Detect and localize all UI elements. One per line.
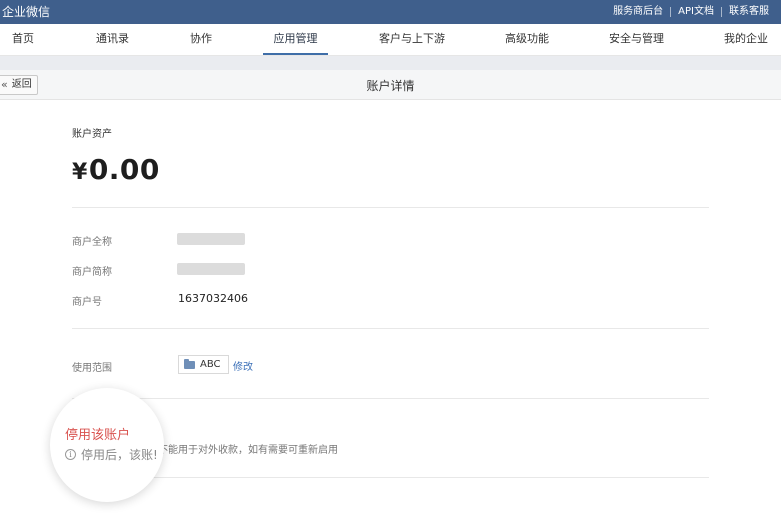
divider (72, 477, 709, 478)
balance-value: 0.00 (88, 153, 160, 186)
divider (72, 207, 709, 208)
main-nav: 首页 通讯录 协作 应用管理 客户与上下游 高级功能 安全与管理 我的企业 (0, 24, 781, 56)
zoom-magnifier: 停用该账户 i 停用后，该账! (50, 388, 164, 502)
brand-name: 企业微信 (2, 5, 51, 19)
nav-app-management[interactable]: 应用管理 (263, 24, 328, 55)
currency-symbol: ¥ (72, 160, 88, 185)
merchant-full-name-label: 商户全称 (72, 237, 112, 248)
contact-support-link[interactable]: 联系客服 (729, 5, 769, 19)
nav-my-company[interactable]: 我的企业 (724, 24, 768, 55)
merchant-full-name-masked (177, 233, 245, 245)
merchant-id-value: 1637032406 (178, 292, 248, 305)
nav-home[interactable]: 首页 (12, 24, 34, 55)
divider (670, 7, 672, 17)
folder-icon (184, 359, 195, 369)
nav-contacts[interactable]: 通讯录 (96, 24, 129, 55)
nav-collaboration[interactable]: 协作 (190, 24, 212, 55)
info-icon: i (65, 449, 76, 460)
sub-header: « 返回 账户详情 (0, 70, 781, 100)
merchant-short-name-masked (177, 263, 245, 275)
nav-advanced[interactable]: 高级功能 (505, 24, 549, 55)
disable-account-link[interactable]: 停用该账户 (65, 424, 130, 443)
top-bar: 企业微信 服务商后台 API文档 联系客服 (0, 0, 781, 24)
disable-note: 不能用于对外收款，如有需要可重新启用 (158, 445, 338, 456)
divider (72, 398, 709, 399)
assets-label: 账户资产 (72, 129, 112, 140)
page-title: 账户详情 (366, 79, 415, 93)
disable-note-left: 停用后，该账! (81, 448, 158, 462)
scope-label: 使用范围 (72, 363, 112, 374)
service-provider-link[interactable]: 服务商后台 (613, 5, 663, 19)
merchant-short-name-label: 商户简称 (72, 267, 112, 278)
top-links: 服务商后台 API文档 联系客服 (613, 5, 769, 19)
balance-amount: ¥0.00 (72, 153, 160, 186)
api-docs-link[interactable]: API文档 (678, 5, 714, 19)
edit-scope-link[interactable]: 修改 (233, 358, 253, 373)
divider (721, 7, 722, 17)
page-gap (0, 56, 781, 70)
nav-security[interactable]: 安全与管理 (609, 24, 664, 55)
nav-customers[interactable]: 客户与上下游 (379, 24, 445, 55)
divider (72, 328, 709, 329)
disable-note-zoomed: i 停用后，该账! (65, 446, 158, 463)
scope-chip: ABC (178, 355, 229, 374)
scope-value: ABC (200, 359, 221, 370)
merchant-id-label: 商户号 (72, 297, 102, 308)
